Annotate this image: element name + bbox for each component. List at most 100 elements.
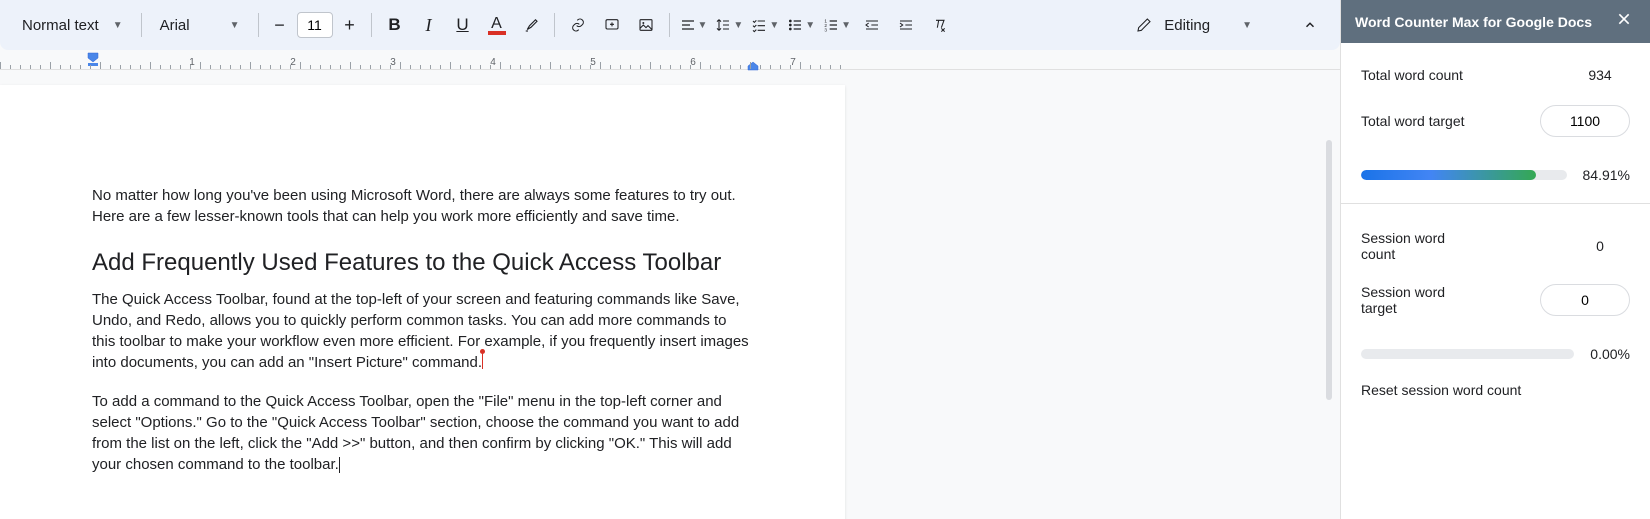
ruler-tick (60, 65, 61, 69)
ruler-tick (610, 65, 611, 69)
sidebar-close-button[interactable] (1612, 10, 1636, 33)
insert-image-button[interactable] (631, 10, 661, 40)
ruler-tick (440, 65, 441, 69)
total-progress-percent: 84.91% (1583, 167, 1630, 183)
clear-format-icon (932, 17, 948, 33)
chevron-down-icon: ▼ (841, 20, 851, 31)
insert-link-button[interactable] (563, 10, 593, 40)
highlighter-icon (522, 16, 540, 34)
increase-indent-button[interactable] (891, 10, 921, 40)
ruler-tick (760, 65, 761, 69)
increase-font-size-button[interactable]: + (337, 12, 363, 38)
total-progress-bar (1361, 170, 1567, 180)
document-page[interactable]: No matter how long you've been using Mic… (0, 85, 845, 519)
ruler-tick (710, 65, 711, 69)
italic-button[interactable]: I (414, 10, 444, 40)
ruler-tick (720, 65, 721, 69)
ruler-tick (590, 65, 591, 69)
add-comment-button[interactable] (597, 10, 627, 40)
toolbar-divider (371, 13, 372, 37)
total-word-target-row: Total word target (1361, 105, 1630, 137)
indent-increase-icon (898, 17, 914, 33)
chevron-down-icon: ▼ (113, 20, 123, 31)
ruler-tick (470, 65, 471, 69)
indent-decrease-icon (864, 17, 880, 33)
document-paragraph: The Quick Access Toolbar, found at the t… (92, 289, 750, 373)
ruler-tick (110, 65, 111, 69)
clear-formatting-button[interactable] (925, 10, 955, 40)
total-progress-fill (1361, 170, 1536, 180)
ruler[interactable]: 1 2 3 4 5 6 7 (0, 50, 1340, 70)
ruler-tick (150, 62, 151, 69)
ruler-tick (560, 65, 561, 69)
ruler-tick (100, 62, 101, 69)
numbered-list-button[interactable]: 1 2 3 ▼ (821, 13, 853, 37)
ruler-tick (540, 65, 541, 69)
checklist-button[interactable]: ▼ (749, 13, 781, 37)
document-paragraph: To add a command to the Quick Access Too… (92, 391, 750, 475)
close-icon (1616, 11, 1632, 27)
underline-button[interactable]: U (448, 10, 478, 40)
ruler-number: 6 (690, 57, 696, 68)
ruler-tick (130, 65, 131, 69)
total-word-count-row: Total word count 934 (1361, 67, 1630, 83)
session-word-target-input[interactable] (1540, 284, 1630, 316)
line-spacing-button[interactable]: ▼ (713, 13, 745, 37)
ruler-tick (430, 65, 431, 69)
session-word-target-row: Session word target (1361, 284, 1630, 316)
ruler-tick (400, 62, 401, 69)
ruler-tick (40, 65, 41, 69)
ruler-tick (50, 62, 51, 69)
bullet-list-icon (787, 17, 803, 33)
ruler-tick (380, 65, 381, 69)
ruler-tick (520, 65, 521, 69)
pencil-icon (1136, 17, 1152, 33)
bold-button[interactable]: B (380, 10, 410, 40)
ruler-tick (840, 65, 841, 69)
ruler-tick (170, 65, 171, 69)
ruler-tick (270, 65, 271, 69)
ruler-tick (550, 62, 551, 69)
comment-plus-icon (604, 17, 620, 33)
font-family-select[interactable]: Arial ▼ (150, 11, 250, 40)
session-word-target-label: Session word target (1361, 284, 1481, 316)
session-word-count-value: 0 (1570, 238, 1630, 254)
ruler-tick (280, 65, 281, 69)
chevron-down-icon: ▼ (230, 20, 240, 31)
ruler-tick (70, 65, 71, 69)
total-word-target-input[interactable] (1540, 105, 1630, 137)
font-size-input[interactable] (297, 12, 333, 38)
collapse-toolbar-button[interactable] (1292, 7, 1328, 43)
ruler-number: 3 (390, 57, 396, 68)
collaborator-cursor (482, 355, 484, 371)
paragraph-style-select[interactable]: Normal text ▼ (12, 11, 133, 40)
section-divider (1341, 203, 1650, 204)
align-button[interactable]: ▼ (678, 13, 710, 37)
ruler-tick (20, 65, 21, 69)
ruler-tick (810, 65, 811, 69)
ruler-tick (80, 65, 81, 69)
ruler-tick (260, 65, 261, 69)
chevron-down-icon: ▼ (805, 20, 815, 31)
decrease-font-size-button[interactable]: − (267, 12, 293, 38)
highlight-color-button[interactable] (516, 10, 546, 40)
ruler-tick (290, 65, 291, 69)
text-color-swatch (488, 31, 506, 35)
text-color-button[interactable]: A (482, 10, 512, 40)
ruler-tick (830, 65, 831, 69)
ruler-tick (620, 65, 621, 69)
decrease-indent-button[interactable] (857, 10, 887, 40)
ruler-tick (570, 65, 571, 69)
bulleted-list-button[interactable]: ▼ (785, 13, 817, 37)
document-heading: Add Frequently Used Features to the Quic… (92, 249, 750, 277)
vertical-scrollbar[interactable] (1326, 140, 1332, 400)
reset-session-button[interactable]: Reset session word count (1361, 382, 1630, 398)
editing-mode-label: Editing (1164, 17, 1210, 34)
ruler-tick (250, 62, 251, 69)
session-word-count-row: Session word count 0 (1361, 230, 1630, 262)
ruler-tick (600, 62, 601, 69)
ruler-tick (120, 65, 121, 69)
editing-mode-button[interactable]: Editing ▼ (1120, 9, 1268, 42)
session-progress-percent: 0.00% (1590, 346, 1630, 362)
ruler-tick (700, 62, 701, 69)
